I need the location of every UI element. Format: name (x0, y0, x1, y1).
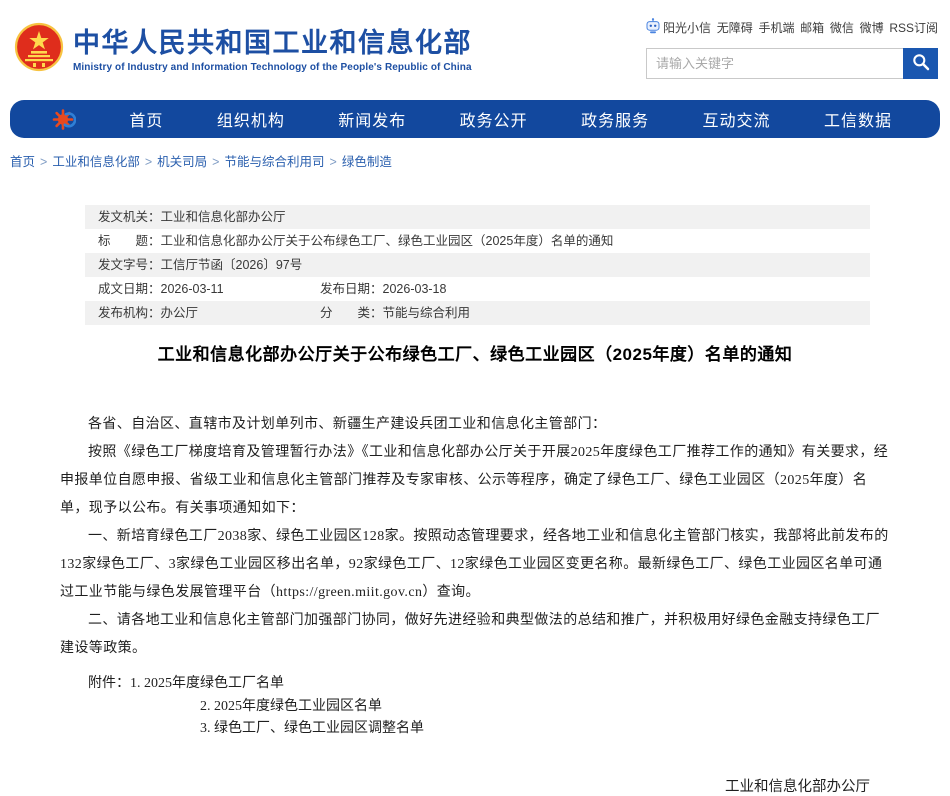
quick-links: 阳光小信 无障碍 手机端 邮箱 微信 微博 RSS订阅 (646, 18, 938, 37)
article-paragraph-salutation: 各省、自治区、直辖市及计划单列市、新疆生产建设兵团工业和信息化主管部门： (60, 411, 890, 439)
site-title-english: Ministry of Industry and Information Tec… (73, 62, 472, 73)
site-header: 中华人民共和国工业和信息化部 Ministry of Industry and … (0, 0, 950, 96)
search-button[interactable] (903, 48, 938, 79)
meta-value: 2026-03-11 (161, 277, 224, 301)
nav-item-home[interactable]: 首页 (129, 107, 163, 131)
meta-label: 发布机构： (98, 301, 161, 325)
meta-value: 办公厅 (161, 301, 199, 325)
meta-row-publisher-category: 发布机构：办公厅 分 类：节能与综合利用 (85, 301, 870, 325)
meta-row-dates: 成文日期：2026-03-11 发布日期：2026-03-18 (85, 277, 870, 301)
national-emblem-icon (14, 20, 64, 80)
nav-item-interaction[interactable]: 互动交流 (703, 107, 771, 131)
article-body: 各省、自治区、直辖市及计划单列市、新疆生产建设兵团工业和信息化主管部门： 按照《… (60, 411, 890, 663)
nav-item-gov-services[interactable]: 政务服务 (581, 107, 649, 131)
meta-row-document-number: 发文字号：工信厅节函〔2026〕97号 (85, 253, 870, 277)
meta-label: 标 题： (98, 229, 161, 253)
breadcrumb-separator: > (40, 155, 47, 169)
meta-label: 发布日期： (320, 277, 383, 301)
attachment-link-2[interactable]: 2. 2025年度绿色工业园区名单 (60, 696, 890, 719)
quick-link-accessibility[interactable]: 无障碍 (717, 19, 753, 36)
robot-icon (646, 18, 660, 37)
meta-row-title: 标 题：工业和信息化部办公厅关于公布绿色工厂、绿色工业园区（2025年度）名单的… (85, 229, 870, 253)
breadcrumb-miit[interactable]: 工业和信息化部 (52, 155, 140, 169)
meta-value: 工业和信息化部办公厅 (161, 205, 286, 229)
page-title: 工业和信息化部办公厅关于公布绿色工厂、绿色工业园区（2025年度）名单的通知 (60, 343, 890, 367)
miit-gear-logo-icon (52, 108, 76, 131)
breadcrumb-home[interactable]: 首页 (10, 155, 35, 169)
document-meta-table: 发文机关：工业和信息化部办公厅 标 题：工业和信息化部办公厅关于公布绿色工厂、绿… (85, 205, 870, 325)
quick-link-wechat[interactable]: 微信 (830, 19, 854, 36)
attachment-link-1[interactable]: 1. 2025年度绿色工厂名单 (130, 676, 284, 691)
signature: 工业和信息化部办公厅 (60, 775, 890, 796)
meta-value: 工信厅节函〔2026〕97号 (161, 253, 303, 277)
breadcrumb-separator: > (212, 155, 219, 169)
nav-item-miit-data[interactable]: 工信数据 (824, 107, 892, 131)
meta-label: 分 类： (320, 301, 383, 325)
meta-value: 节能与综合利用 (383, 301, 471, 325)
attachment-link-3[interactable]: 3. 绿色工厂、绿色工业园区调整名单 (60, 718, 890, 741)
meta-value: 2026-03-18 (383, 277, 447, 301)
document-content: 发文机关：工业和信息化部办公厅 标 题：工业和信息化部办公厅关于公布绿色工厂、绿… (60, 205, 890, 796)
breadcrumb-energy-conservation-dept[interactable]: 节能与综合利用司 (224, 155, 324, 169)
header-right: 阳光小信 无障碍 手机端 邮箱 微信 微博 RSS订阅 (646, 18, 938, 79)
site-logo[interactable]: 中华人民共和国工业和信息化部 Ministry of Industry and … (14, 20, 472, 80)
nav-item-gov-disclosure[interactable]: 政务公开 (460, 107, 528, 131)
nav-item-organization[interactable]: 组织机构 (217, 107, 285, 131)
breadcrumb: 首页 > 工业和信息化部 > 机关司局 > 节能与综合利用司 > 绿色制造 (10, 151, 950, 167)
nav-item-news[interactable]: 新闻发布 (338, 107, 406, 131)
quick-link-weibo[interactable]: 微博 (860, 19, 884, 36)
attachments-label: 附件： (88, 676, 130, 691)
breadcrumb-separator: > (145, 155, 152, 169)
attachments-section: 附件：1. 2025年度绿色工厂名单 2. 2025年度绿色工业园区名单 3. … (60, 673, 890, 741)
meta-label: 发文机关： (98, 205, 161, 229)
search-bar (646, 48, 938, 79)
quick-link-email[interactable]: 邮箱 (800, 19, 824, 36)
meta-value: 工业和信息化部办公厅关于公布绿色工厂、绿色工业园区（2025年度）名单的通知 (161, 229, 614, 253)
breadcrumb-departments[interactable]: 机关司局 (157, 155, 207, 169)
quick-link-yangguang-xiaoxin[interactable]: 阳光小信 (663, 19, 711, 36)
breadcrumb-separator: > (330, 155, 337, 169)
breadcrumb-green-manufacturing[interactable]: 绿色制造 (342, 155, 392, 169)
quick-link-rss[interactable]: RSS订阅 (889, 19, 938, 36)
search-input[interactable] (646, 48, 903, 79)
main-navbar: 首页 组织机构 新闻发布 政务公开 政务服务 互动交流 工信数据 (10, 100, 940, 138)
article-paragraph-item-1: 一、新培育绿色工厂2038家、绿色工业园区128家。按照动态管理要求，经各地工业… (60, 523, 890, 607)
meta-label: 成文日期： (98, 277, 161, 301)
article-paragraph-intro: 按照《绿色工厂梯度培育及管理暂行办法》《工业和信息化部办公厅关于开展2025年度… (60, 439, 890, 523)
search-icon (912, 53, 930, 74)
site-title: 中华人民共和国工业和信息化部 (73, 28, 472, 58)
meta-row-issuing-authority: 发文机关：工业和信息化部办公厅 (85, 205, 870, 229)
article-paragraph-item-2: 二、请各地工业和信息化主管部门加强部门协同，做好先进经验和典型做法的总结和推广，… (60, 607, 890, 663)
quick-link-mobile[interactable]: 手机端 (758, 19, 794, 36)
meta-label: 发文字号： (98, 253, 161, 277)
